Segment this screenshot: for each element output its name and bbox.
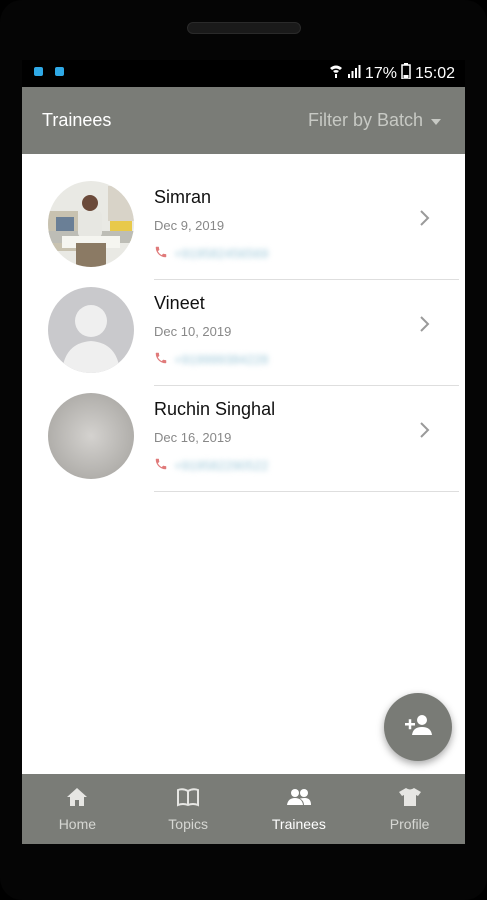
phone-device: 17% 15:02 Trainees Filter by Batch Simra… xyxy=(0,0,487,900)
add-person-icon xyxy=(403,713,433,741)
divider xyxy=(154,491,459,492)
trainee-name: Simran xyxy=(154,187,212,207)
phone-icon xyxy=(154,456,168,475)
status-bar: 17% 15:02 xyxy=(22,60,465,87)
trainee-date: Dec 16, 2019 xyxy=(154,430,232,445)
speaker-grille xyxy=(187,22,301,34)
notification-icons xyxy=(34,67,64,76)
app-bar: Trainees Filter by Batch xyxy=(22,87,465,154)
avatar xyxy=(48,393,134,479)
filter-by-batch-dropdown[interactable]: Filter by Batch xyxy=(308,110,441,131)
chevron-right-icon xyxy=(419,209,431,231)
trainee-list: Simran Dec 9, 2019 +919582456569 Vineet … xyxy=(22,154,465,492)
bottom-navigation: Home Topics Trainees Profile xyxy=(22,774,465,844)
clock: 15:02 xyxy=(414,64,455,82)
filter-label: Filter by Batch xyxy=(307,110,423,130)
trainee-phone: +919582290522 xyxy=(174,458,269,473)
chevron-right-icon xyxy=(419,421,431,443)
shirt-icon xyxy=(398,787,422,810)
status-right: 17% 15:02 xyxy=(329,63,455,84)
avatar xyxy=(48,181,134,267)
wifi-icon xyxy=(329,64,343,83)
battery-percent: 17% xyxy=(364,64,397,82)
tab-profile[interactable]: Profile xyxy=(354,774,465,844)
tab-topics[interactable]: Topics xyxy=(133,774,244,844)
battery-icon xyxy=(401,63,411,84)
signal-icon xyxy=(347,64,361,83)
tab-profile-label: Profile xyxy=(389,815,430,832)
list-item[interactable]: Simran Dec 9, 2019 +919582456569 xyxy=(22,154,465,280)
home-icon xyxy=(66,787,88,810)
dropdown-arrow-icon xyxy=(431,119,441,125)
add-trainee-button[interactable] xyxy=(384,693,452,761)
list-item[interactable]: Vineet Dec 10, 2019 +919999384228 xyxy=(22,260,465,386)
people-icon xyxy=(286,787,312,810)
tab-home[interactable]: Home xyxy=(22,774,133,844)
tab-home-label: Home xyxy=(58,815,97,832)
avatar xyxy=(48,287,134,373)
list-item[interactable]: Ruchin Singhal Dec 16, 2019 +91958229052… xyxy=(22,366,465,492)
phone-row[interactable]: +919582290522 xyxy=(154,456,268,475)
notification-icon xyxy=(55,67,64,76)
app-screen: 17% 15:02 Trainees Filter by Batch Simra… xyxy=(22,60,465,844)
trainee-name: Vineet xyxy=(154,293,205,313)
page-title: Trainees xyxy=(42,110,112,130)
book-icon xyxy=(176,787,200,810)
trainee-phone: +919582456569 xyxy=(174,246,269,261)
tab-trainees[interactable]: Trainees xyxy=(244,774,355,844)
trainee-name: Ruchin Singhal xyxy=(154,399,276,419)
trainee-date: Dec 9, 2019 xyxy=(154,218,225,233)
chevron-right-icon xyxy=(419,315,431,337)
notification-icon xyxy=(34,67,43,76)
tab-trainees-label: Trainees xyxy=(271,815,326,832)
trainee-phone: +919999384228 xyxy=(174,352,269,367)
trainee-date: Dec 10, 2019 xyxy=(154,324,232,339)
tab-topics-label: Topics xyxy=(168,815,208,832)
